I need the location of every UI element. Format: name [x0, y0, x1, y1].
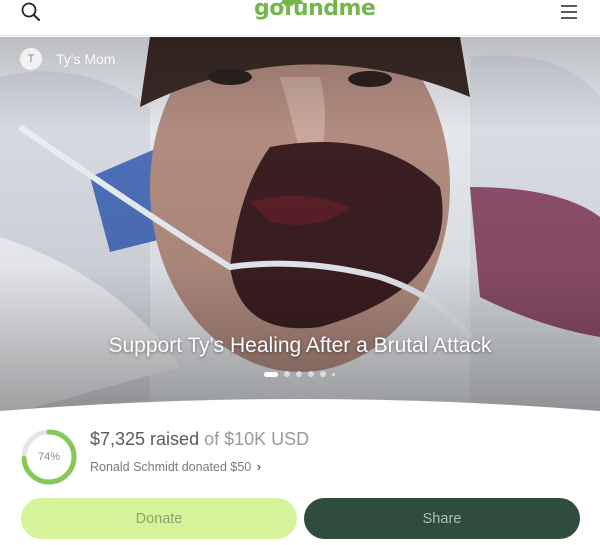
amount-raised: $7,325 raised of $10K USD [90, 429, 309, 450]
campaign-hero-image[interactable]: T Ty's Mom Support Ty's Healing After a … [0, 37, 600, 417]
organizer-avatar: T [20, 48, 42, 70]
progress-percent: 74% [37, 451, 61, 463]
hero-bottom-curve [0, 399, 600, 417]
carousel-dot[interactable] [296, 371, 302, 377]
raised-amount: $7,325 raised [90, 429, 200, 449]
campaign-title: Support Ty's Healing After a Brutal Atta… [108, 334, 492, 357]
organizer-info[interactable]: T Ty's Mom [20, 48, 115, 70]
goal-amount: of $10K USD [204, 429, 310, 449]
hero-overlay [0, 37, 600, 417]
menu-button[interactable] [560, 4, 578, 20]
recent-donation-text: Ronald Schmidt donated $50 [90, 460, 252, 474]
hamburger-menu-icon [561, 5, 577, 19]
carousel-dot[interactable] [284, 371, 290, 377]
search-icon [21, 2, 40, 21]
carousel-dot-active[interactable] [264, 371, 278, 377]
fundraising-progress: 74% $7,325 raised of $10K USD Ronald Sch… [0, 420, 600, 492]
donate-button[interactable]: Donate [21, 498, 297, 539]
organizer-name: Ty's Mom [56, 51, 116, 67]
top-nav-bar: gofundme [0, 0, 600, 36]
recent-donation[interactable]: Ronald Schmidt donated $50 › [90, 459, 261, 474]
search-button[interactable] [20, 1, 42, 23]
carousel-dot[interactable] [320, 371, 326, 377]
logo-text: gofundme [254, 0, 376, 21]
carousel-dot[interactable] [332, 372, 335, 376]
chevron-right-icon: › [256, 459, 262, 474]
share-button[interactable]: Share [304, 498, 580, 539]
carousel-indicators [264, 371, 335, 377]
carousel-dot[interactable] [308, 371, 314, 377]
